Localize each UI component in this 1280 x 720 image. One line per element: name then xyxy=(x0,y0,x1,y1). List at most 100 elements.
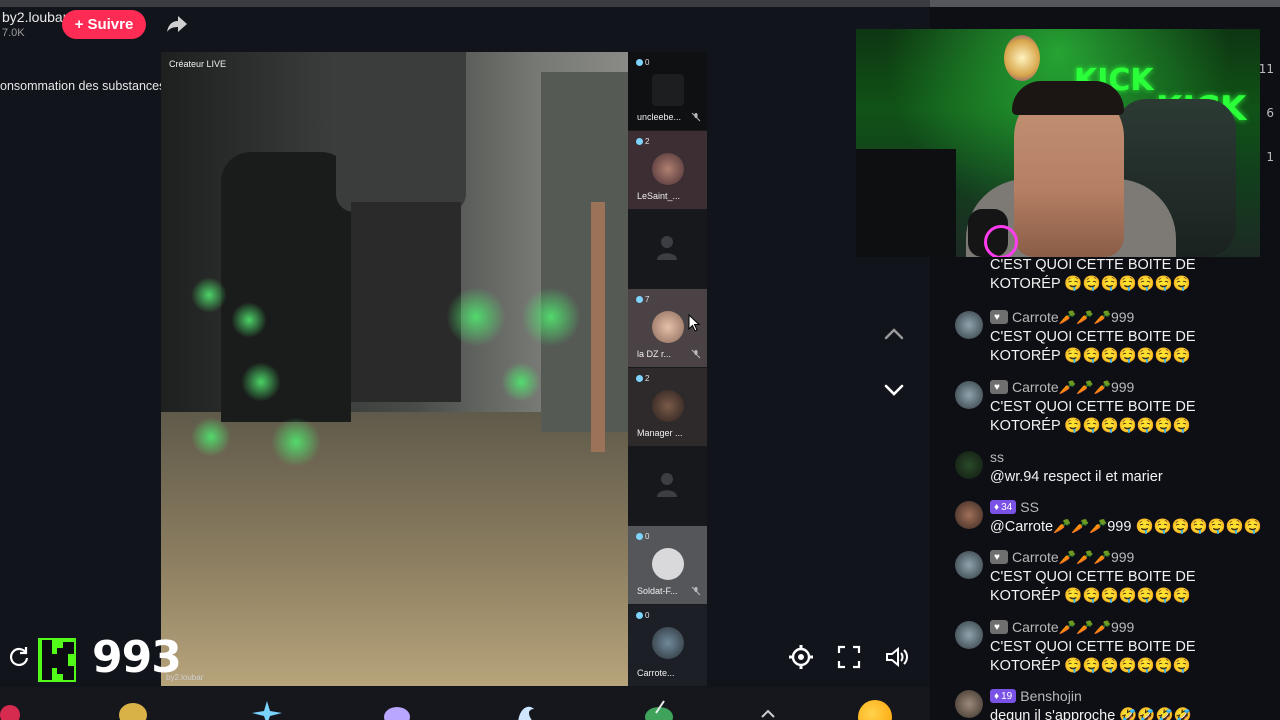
chat-username[interactable]: Carrote🥕🥕🥕999 xyxy=(1012,309,1134,326)
viewer-icon xyxy=(636,296,643,303)
main-live-video[interactable]: Créateur LIVE by2.loubar xyxy=(161,52,628,686)
mic-muted-icon xyxy=(691,349,701,359)
streamer-hair xyxy=(1012,81,1124,115)
disco-light xyxy=(271,417,321,467)
counter-1: 11 xyxy=(1258,62,1274,76)
user-avatar[interactable] xyxy=(955,501,983,529)
settings-gear-icon[interactable] xyxy=(788,644,814,670)
disco-light xyxy=(501,362,541,402)
volume-icon[interactable] xyxy=(884,644,910,670)
guest-badge: 7 xyxy=(636,295,649,304)
guest-tile[interactable]: 0 Carrote... xyxy=(628,605,707,686)
disco-light xyxy=(241,362,281,402)
guest-tile[interactable]: 2 Manager ... xyxy=(628,368,707,446)
mascot-figure xyxy=(1004,35,1040,81)
fan-level-badge: ♥ xyxy=(990,550,1008,564)
guest-tile[interactable]: 0 uncleebe... xyxy=(628,52,707,130)
follow-button[interactable]: + Suivre xyxy=(62,10,146,39)
user-avatar[interactable] xyxy=(955,621,983,649)
disco-light xyxy=(521,287,581,347)
mic-muted-icon xyxy=(691,586,701,596)
chat-username[interactable]: Carrote🥕🥕🥕999 xyxy=(1012,379,1134,396)
guest-column: 0 uncleebe... 2 LeSaint_... 7 la DZ r...… xyxy=(628,52,707,686)
kick-k-icon xyxy=(42,640,74,680)
guest-tile[interactable]: 0 Soldat-F... xyxy=(628,526,707,604)
guest-avatar xyxy=(652,627,684,659)
disco-light xyxy=(191,277,227,313)
user-avatar[interactable] xyxy=(955,381,983,409)
level-badge: ♦ 19 xyxy=(990,689,1017,703)
chat-text: C'EST QUOI CETTE BOITE DE KOTORÉP 🤤🤤🤤🤤🤤🤤… xyxy=(990,569,1196,604)
guest-name: Carrote... xyxy=(637,668,675,678)
chat-text: C'EST QUOI CETTE BOITE DE KOTORÉP 🤤🤤🤤🤤🤤🤤… xyxy=(990,329,1196,364)
guest-name: uncleebe... xyxy=(637,112,682,122)
refresh-icon[interactable] xyxy=(8,645,30,667)
chat-username[interactable]: SS xyxy=(1020,499,1039,515)
guest-name: LeSaint_... xyxy=(637,191,681,201)
chat-text: degun il s'approche 🤣🤣🤣🤣 xyxy=(990,708,1192,720)
top-progress-segment xyxy=(930,0,1280,7)
trophy-gift-icon[interactable] xyxy=(116,699,150,720)
viewer-icon xyxy=(636,612,643,619)
drum-gift-icon[interactable] xyxy=(642,699,676,720)
chat-text: C'EST QUOI CETTE BOITE DE KOTORÉP 🤤🤤🤤🤤🤤🤤… xyxy=(990,639,1196,674)
video-person-legs xyxy=(351,202,461,402)
guest-avatar xyxy=(652,311,684,343)
sparkle-gift-icon[interactable] xyxy=(250,699,284,720)
guest-tile[interactable]: 2 LeSaint_... xyxy=(628,131,707,209)
share-icon[interactable] xyxy=(166,14,188,34)
viewer-icon xyxy=(636,138,643,145)
guest-empty-slot[interactable] xyxy=(628,210,707,288)
guest-name: Manager ... xyxy=(637,428,683,438)
viewer-icon xyxy=(636,533,643,540)
swan-gift-icon[interactable] xyxy=(510,699,544,720)
chat-username[interactable]: ss xyxy=(990,449,1004,465)
fan-level-badge: ♥ xyxy=(990,310,1008,324)
fan-level-badge: ♥ xyxy=(990,380,1008,394)
fullscreen-icon[interactable] xyxy=(836,644,862,670)
person-placeholder-icon xyxy=(657,236,677,260)
rose-gift-icon[interactable] xyxy=(0,699,34,720)
next-live-chevron-down-icon[interactable] xyxy=(882,382,906,398)
creator-live-tag: Créateur LIVE xyxy=(169,59,227,69)
streamer-webcam: KICK KICK xyxy=(856,29,1260,257)
chat-text: @wr.94 respect il et marier xyxy=(990,469,1163,485)
video-door xyxy=(541,72,628,432)
guest-badge: 2 xyxy=(636,374,649,383)
unicorn-gift-icon[interactable] xyxy=(380,699,414,720)
disco-light xyxy=(231,302,267,338)
top-progress-bar xyxy=(0,0,1280,7)
stream-screen: 11 6 1 by2.loubar 7.0K + Suivre onsommat… xyxy=(0,0,1280,720)
chat-username[interactable]: Carrote🥕🥕🥕999 xyxy=(1012,549,1134,566)
kick-logo xyxy=(38,638,76,682)
monitor xyxy=(856,149,956,257)
chat-username[interactable]: Carrote🥕🥕🥕999 xyxy=(1012,619,1134,636)
user-avatar[interactable] xyxy=(955,690,983,718)
chat-text: C'EST QUOI CETTE BOITE DE KOTORÉP 🤤🤤🤤🤤🤤🤤… xyxy=(990,257,1196,292)
guest-badge: 0 xyxy=(636,58,649,67)
user-avatar[interactable] xyxy=(955,451,983,479)
user-avatar[interactable] xyxy=(955,311,983,339)
counter-3: 1 xyxy=(1266,150,1274,164)
video-doorframe xyxy=(591,202,605,452)
host-name[interactable]: by2.loubar xyxy=(2,9,67,25)
plus-icon: + xyxy=(74,16,84,33)
fan-level-badge: ♥ xyxy=(990,620,1008,634)
video-floor xyxy=(161,412,628,686)
chat-username[interactable]: Benshojin xyxy=(1020,688,1082,704)
user-avatar[interactable] xyxy=(955,551,983,579)
disco-light xyxy=(191,417,231,457)
disco-light xyxy=(446,287,506,347)
mic-muted-icon xyxy=(691,112,701,122)
video-person-shirt xyxy=(336,52,466,212)
guest-avatar xyxy=(652,153,684,185)
guest-avatar xyxy=(652,390,684,422)
chat-feed[interactable]: C'EST QUOI CETTE BOITE DE KOTORÉP 🤤🤤🤤🤤🤤🤤… xyxy=(952,254,1272,720)
expand-gifts-chevron-up-icon[interactable] xyxy=(758,707,778,719)
guest-empty-slot[interactable] xyxy=(628,447,707,525)
previous-live-chevron-up-icon[interactable] xyxy=(882,326,906,342)
viewer-icon xyxy=(636,375,643,382)
viewer-icon xyxy=(636,59,643,66)
mouse-cursor-icon xyxy=(688,314,700,332)
person-placeholder-icon xyxy=(657,473,677,497)
